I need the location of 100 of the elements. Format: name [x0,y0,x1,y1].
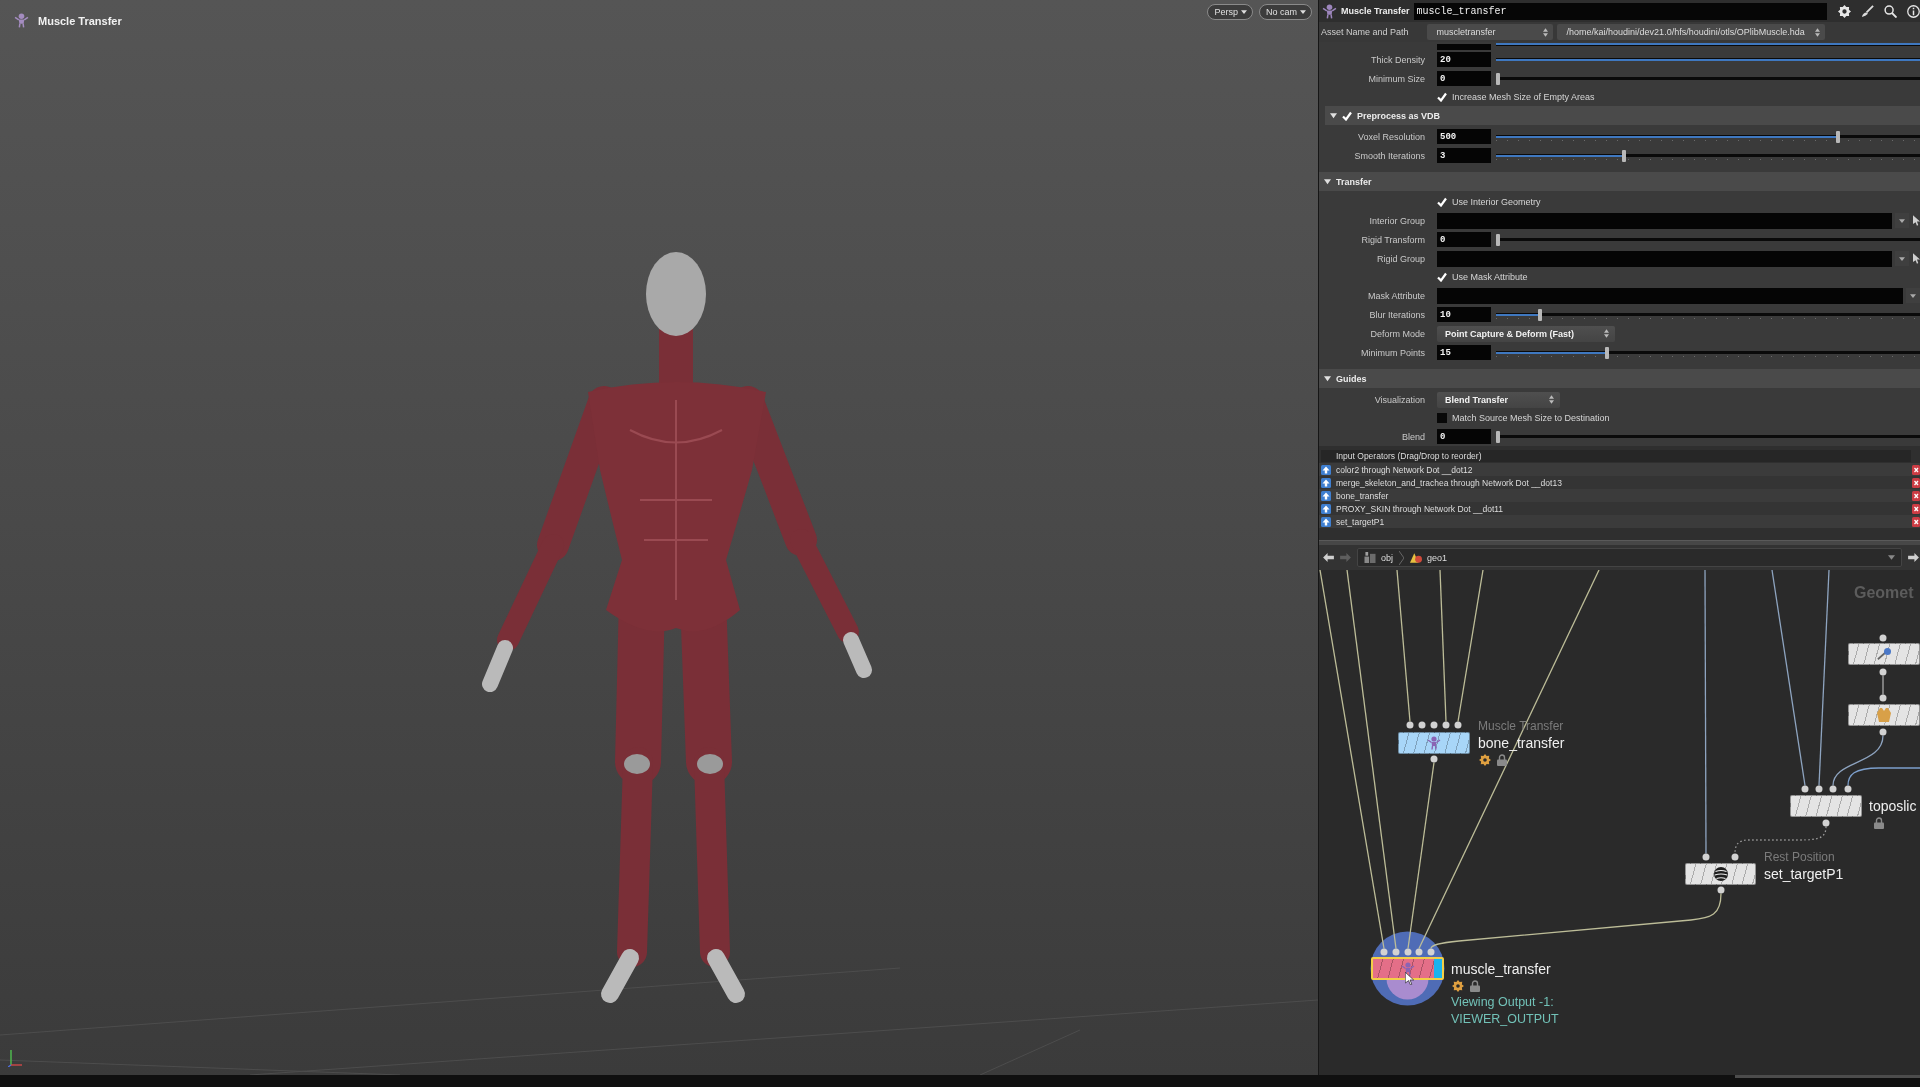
expand-triangle-icon[interactable] [1330,112,1337,119]
gear-icon[interactable] [1838,4,1851,18]
output-connector[interactable] [1879,668,1887,676]
item-label: bone_transfer [1336,490,1389,501]
text-field[interactable] [1437,212,1892,229]
asset-name-dropdown[interactable]: muscletransfer [1426,24,1553,40]
input-connector[interactable] [1731,853,1739,861]
up-arrow-icon[interactable] [1321,464,1331,475]
node-name-field[interactable]: muscle_transfer [1413,2,1827,20]
number-field[interactable]: 3 [1437,148,1491,163]
remove-icon[interactable] [1912,516,1920,527]
arrow-right-icon[interactable] [1908,553,1919,562]
remove-icon[interactable] [1912,464,1920,475]
param-label: Voxel Resolution [1357,131,1425,142]
node-tile[interactable] [1685,863,1756,885]
output-connector[interactable] [1430,755,1438,763]
number-field[interactable]: 0 [1437,429,1491,444]
path-field[interactable]: obj geo1 [1357,548,1902,567]
remove-icon[interactable] [1912,490,1920,501]
node-tile[interactable] [1790,795,1862,817]
item-label: set_targetP1 [1336,516,1385,527]
scrollbar-thumb[interactable] [1735,1075,1920,1078]
number-field[interactable] [1437,44,1491,50]
viewport-title: Muscle Transfer [38,14,122,27]
dropdown-button[interactable] [1906,288,1920,303]
number-field[interactable]: 0 [1437,71,1491,86]
input-connector[interactable] [1879,694,1887,702]
slider-handle[interactable] [1496,233,1500,246]
list-item[interactable]: merge_skeleton_and_trachea through Network Dot __dot13 [1319,476,1920,489]
input-connector[interactable] [1702,853,1710,861]
node-name-label[interactable]: muscle_transfer [1451,960,1551,977]
node-tile[interactable] [1398,732,1470,754]
slider-handle[interactable] [1836,130,1841,143]
checkbox[interactable] [1437,413,1447,423]
up-arrow-icon[interactable] [1321,516,1331,527]
output-connector[interactable] [1822,819,1830,827]
checkbox[interactable] [1342,110,1352,121]
number-field[interactable]: 500 [1437,129,1491,144]
cursor-arrow-icon[interactable] [1913,253,1920,264]
node-tile[interactable] [1848,643,1920,665]
node-tile[interactable] [1371,957,1444,980]
node-name-label[interactable]: bone_transfer [1478,735,1565,751]
up-arrow-icon[interactable] [1321,490,1331,501]
param-label: Visualization [1374,394,1425,405]
asset-path-dropdown[interactable]: /home/kai/houdini/dev21.0/hfs/houdini/otls/OPlibMuscle.hda [1556,24,1825,40]
number-field[interactable]: 20 [1437,52,1491,67]
list-item[interactable]: set_targetP1 [1319,515,1920,528]
number-field[interactable]: 15 [1437,345,1491,360]
slider-handle[interactable] [1496,430,1500,443]
list-item[interactable]: bone_transfer [1319,489,1920,502]
slider-handle[interactable] [1622,149,1626,162]
text-field[interactable] [1437,250,1892,267]
number-field[interactable]: 0 [1437,232,1491,247]
output-connector[interactable] [1879,728,1887,736]
dropdown[interactable]: Point Capture & Deform (Fast) [1437,325,1615,342]
folder-header[interactable]: Preprocess as VDB [1325,106,1920,125]
output-connector[interactable] [1717,886,1725,894]
expand-triangle-icon[interactable] [1324,375,1331,382]
number-field[interactable]: 10 [1437,307,1491,322]
search-icon[interactable] [1884,4,1897,18]
param-label: Thick Density [1371,54,1425,65]
asset-label: Asset Name and Path [1321,27,1409,37]
updown-arrows-icon [1542,27,1548,37]
folder-header[interactable]: Guides [1319,369,1920,388]
checkbox[interactable] [1437,197,1447,207]
view-menu-button[interactable]: Persp [1207,4,1253,20]
path-segment[interactable]: geo1 [1410,552,1448,563]
path-segment[interactable]: obj [1364,552,1393,563]
dropdown[interactable]: Blend Transfer [1437,391,1560,408]
node-name-label[interactable]: set_targetP1 [1764,866,1844,882]
input-connector[interactable] [1879,634,1887,642]
list-item[interactable]: PROXY_SKIN through Network Dot __dot11 [1319,502,1920,515]
slider-handle[interactable] [1605,346,1610,359]
cursor-arrow-icon[interactable] [1913,215,1920,226]
folder-header[interactable]: Transfer [1319,172,1920,191]
dropdown-button[interactable] [1895,213,1909,228]
dropdown-button[interactable] [1895,251,1909,266]
up-arrow-icon[interactable] [1321,477,1331,488]
caret-icon[interactable] [1888,555,1895,560]
checkbox[interactable] [1437,272,1447,282]
expand-triangle-icon[interactable] [1324,178,1331,185]
view-menu-button[interactable]: No cam [1259,4,1312,20]
updown-arrows-icon [1549,395,1554,404]
node-tile[interactable] [1848,704,1920,726]
remove-icon[interactable] [1912,477,1920,488]
slider-track[interactable] [1496,430,1920,443]
text-field[interactable] [1437,287,1903,304]
list-item[interactable]: color2 through Network Dot __dot12 [1319,463,1920,476]
info-icon[interactable] [1907,4,1920,18]
boxes-icon [1364,552,1376,563]
slider-handle[interactable] [1496,72,1500,85]
brush-icon[interactable] [1861,4,1874,18]
back-arrow-icon[interactable] [1323,553,1334,562]
up-arrow-icon[interactable] [1321,503,1331,514]
remove-icon[interactable] [1912,503,1920,514]
updown-arrows-icon [1604,329,1609,338]
checkbox[interactable] [1437,92,1447,102]
striped-ball-icon [1713,867,1728,881]
node-name-label[interactable]: toposlic [1869,798,1917,814]
slider-handle[interactable] [1538,308,1542,321]
